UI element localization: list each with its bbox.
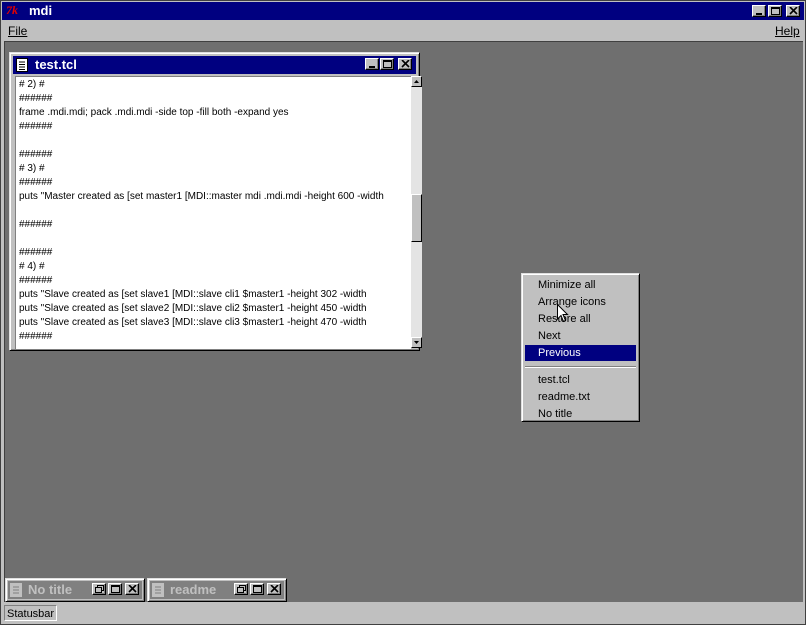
mouse-cursor-icon	[557, 304, 569, 323]
close-icon	[128, 585, 137, 593]
minimize-icon	[756, 13, 762, 15]
document-icon	[16, 58, 28, 72]
minimized-window-no-title[interactable]: No title	[5, 578, 145, 602]
restore-icon	[237, 585, 246, 593]
scroll-down-button[interactable]	[411, 337, 422, 348]
main-minimize-button[interactable]	[752, 5, 766, 17]
document-icon	[152, 583, 164, 597]
code-line: ######	[19, 121, 53, 132]
statusbar: Statusbar	[2, 604, 804, 623]
status-text: Statusbar	[4, 605, 58, 621]
editor-close-button[interactable]	[398, 58, 412, 70]
editor-maximize-button[interactable]	[380, 58, 394, 70]
menu-item-restore-all[interactable]: Restore all	[525, 311, 636, 327]
menubar: File Help	[2, 21, 804, 39]
code-line: ######	[19, 149, 53, 160]
menu-item-minimize-all[interactable]: Minimize all	[525, 277, 636, 293]
main-title-bar[interactable]: 7k mdi	[2, 2, 804, 20]
arrow-up-icon	[414, 80, 419, 83]
close-icon	[270, 585, 279, 593]
maximize-button[interactable]	[250, 583, 264, 595]
restore-button[interactable]	[234, 583, 248, 595]
help-menu[interactable]: Help	[775, 24, 800, 38]
main-maximize-button[interactable]	[768, 5, 782, 17]
code-line: frame .mdi.mdi; pack .mdi.mdi -side top …	[19, 107, 289, 118]
main-close-button[interactable]	[786, 5, 800, 17]
maximize-icon	[253, 585, 262, 593]
close-button[interactable]	[125, 583, 139, 595]
arrow-down-icon	[414, 341, 419, 344]
code-line: puts "Slave created as [set slave2 [MDI:…	[19, 303, 367, 314]
code-line: puts "Slave created as [set slave1 [MDI:…	[19, 289, 367, 300]
scroll-up-button[interactable]	[411, 76, 422, 87]
scroll-thumb[interactable]	[411, 194, 422, 242]
menu-item-next[interactable]: Next	[525, 328, 636, 344]
minimized-title: No title	[28, 582, 73, 597]
menu-item-arrange-icons[interactable]: Arrange icons	[525, 294, 636, 310]
mdi-client-area[interactable]: test.tcl # 2) # ###### frame .mdi.mdi; pac…	[4, 41, 803, 602]
restore-button[interactable]	[92, 583, 106, 595]
maximize-button[interactable]	[108, 583, 122, 595]
minimize-icon	[369, 66, 375, 68]
file-menu[interactable]: File	[8, 24, 27, 38]
tk-logo-icon: 7k	[6, 3, 18, 17]
document-icon	[10, 583, 22, 597]
editor-title-bar[interactable]: test.tcl	[13, 56, 416, 74]
code-line: puts "Master created as [set master1 [MD…	[19, 191, 384, 202]
editor-vertical-scrollbar[interactable]	[411, 76, 422, 348]
close-icon	[789, 7, 798, 15]
code-line: ######	[19, 177, 53, 188]
menu-window-item[interactable]: No title	[525, 406, 636, 422]
code-line: ######	[19, 275, 53, 286]
code-line: ######	[19, 247, 53, 258]
restore-icon	[95, 585, 104, 593]
maximize-icon	[383, 60, 392, 68]
maximize-icon	[771, 7, 780, 15]
editor-minimize-button[interactable]	[365, 58, 379, 70]
minimized-window-readme[interactable]: readme	[147, 578, 287, 602]
close-button[interactable]	[267, 583, 281, 595]
code-line: ######	[19, 93, 53, 104]
menu-item-previous[interactable]: Previous	[525, 345, 636, 361]
maximize-icon	[111, 585, 120, 593]
code-line: # 3) #	[19, 163, 45, 174]
editor-title: test.tcl	[35, 57, 77, 72]
window-popup-menu: Minimize allArrange iconsRestore allNext…	[521, 273, 640, 422]
code-line: puts "Slave created as [set slave3 [MDI:…	[19, 317, 367, 328]
code-line: ######	[19, 219, 53, 230]
minimized-title: readme	[170, 582, 217, 597]
close-icon	[401, 60, 410, 68]
code-line: # 2) #	[19, 79, 45, 90]
menu-separator	[525, 366, 636, 368]
menu-window-item[interactable]: readme.txt	[525, 389, 636, 405]
editor-window[interactable]: test.tcl # 2) # ###### frame .mdi.mdi; pac…	[9, 52, 422, 351]
menu-window-item[interactable]: test.tcl	[525, 372, 636, 388]
code-line: # 4) #	[19, 261, 45, 272]
main-window-title: mdi	[29, 3, 53, 18]
code-text-area[interactable]: # 2) # ###### frame .mdi.mdi; pack .mdi.md…	[15, 76, 411, 349]
code-line: ######	[19, 331, 53, 342]
